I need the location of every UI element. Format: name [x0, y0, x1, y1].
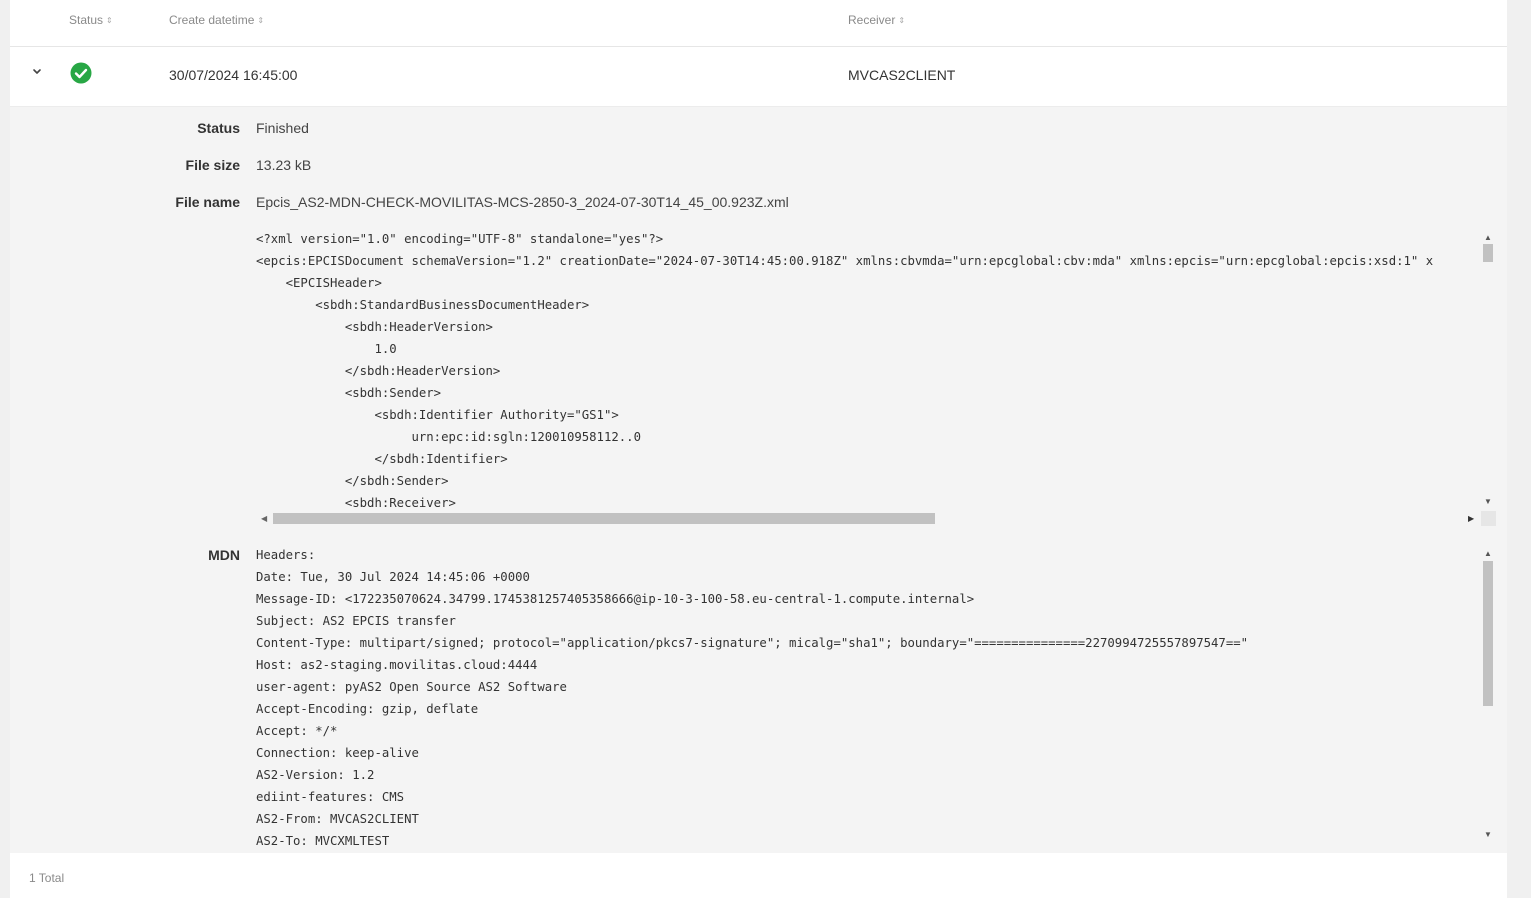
check-circle-icon	[70, 62, 92, 84]
file-name-label: File name	[175, 194, 240, 210]
status-value: Finished	[256, 120, 309, 136]
column-header-label: Create datetime	[169, 13, 255, 27]
scroll-left-arrow-icon[interactable]: ◀	[261, 514, 267, 523]
column-header-status[interactable]: Status ⇕	[69, 13, 113, 27]
mdn-content-viewer[interactable]: Headers: Date: Tue, 30 Jul 2024 14:45:06…	[256, 544, 1480, 845]
scroll-up-arrow-icon[interactable]: ▲	[1484, 234, 1492, 242]
scroll-right-arrow-icon[interactable]: ▶	[1468, 514, 1474, 523]
table-row[interactable]: 30/07/2024 16:45:00 MVCAS2CLIENT	[10, 47, 1507, 107]
column-header-label: Status	[69, 13, 104, 27]
xml-content-viewer[interactable]: <?xml version="1.0" encoding="UTF-8" sta…	[256, 228, 1480, 511]
scrollbar-corner	[1481, 511, 1496, 526]
sort-icon: ⇕	[257, 16, 265, 25]
xml-content: <?xml version="1.0" encoding="UTF-8" sta…	[256, 232, 1434, 510]
scrollbar-thumb[interactable]	[1483, 244, 1493, 262]
messages-table: Status ⇕ Create datetime ⇕ Receiver ⇕ 30/07…	[10, 0, 1507, 898]
table-footer: 1 Total	[10, 853, 1507, 898]
column-header-label: Receiver	[848, 13, 896, 27]
xml-vertical-scrollbar[interactable]: ▲ ▼	[1481, 230, 1495, 510]
mdn-vertical-scrollbar[interactable]: ▲ ▼	[1481, 546, 1495, 844]
scroll-down-arrow-icon[interactable]: ▼	[1484, 498, 1492, 506]
mdn-content: Headers: Date: Tue, 30 Jul 2024 14:45:06…	[256, 548, 1249, 845]
scroll-up-arrow-icon[interactable]: ▲	[1484, 550, 1492, 558]
create-datetime-cell: 30/07/2024 16:45:00	[169, 67, 298, 83]
xml-horizontal-scrollbar[interactable]: ◀ ▶	[256, 511, 1496, 526]
sort-icon: ⇕	[106, 16, 113, 25]
table-header: Status ⇕ Create datetime ⇕ Receiver ⇕	[10, 0, 1507, 47]
total-count: 1 Total	[29, 871, 65, 885]
receiver-cell: MVCAS2CLIENT	[848, 67, 956, 83]
mdn-label: MDN	[208, 547, 240, 563]
row-detail-panel: Status Finished File size 13.23 kB File …	[10, 107, 1507, 853]
scroll-down-arrow-icon[interactable]: ▼	[1484, 831, 1492, 839]
file-size-label: File size	[185, 157, 240, 173]
sort-icon: ⇕	[898, 16, 906, 25]
file-name-value: Epcis_AS2-MDN-CHECK-MOVILITAS-MCS-2850-3…	[256, 194, 789, 210]
column-header-receiver[interactable]: Receiver ⇕	[848, 13, 905, 27]
chevron-down-icon[interactable]	[30, 64, 44, 78]
file-size-value: 13.23 kB	[256, 157, 312, 173]
scrollbar-thumb[interactable]	[1483, 561, 1493, 706]
scrollbar-thumb[interactable]	[273, 513, 935, 524]
column-header-create-datetime[interactable]: Create datetime ⇕	[169, 13, 264, 27]
status-label: Status	[197, 120, 240, 136]
